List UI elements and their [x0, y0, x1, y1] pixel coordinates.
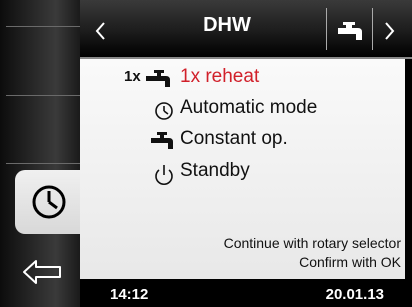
status-bar: 14:12 20.01.13	[80, 281, 412, 307]
status-date: 20.01.13	[325, 286, 384, 303]
chevron-left-icon	[95, 22, 105, 40]
header-divider	[326, 8, 327, 50]
clock-icon	[154, 101, 174, 127]
option-1x-reheat[interactable]: 1x 1x reheat	[80, 66, 400, 92]
options-panel: 1x 1x reheat Automatic mode Constant op.…	[80, 59, 405, 279]
rail-divider	[6, 95, 80, 96]
page-title: DHW	[203, 14, 251, 36]
option-standby[interactable]: Standby	[80, 160, 400, 186]
option-label: Standby	[180, 160, 250, 181]
prev-button[interactable]	[88, 10, 114, 52]
status-time: 14:12	[110, 286, 149, 303]
back-arrow-icon	[23, 260, 61, 284]
rail-divider	[6, 26, 80, 27]
option-label: Automatic mode	[180, 97, 318, 118]
header-divider	[372, 8, 373, 50]
option-label: Constant op.	[180, 128, 288, 149]
hint-confirm: Confirm with OK	[299, 254, 401, 270]
option-label: 1x reheat	[180, 66, 260, 87]
clock-icon	[32, 185, 66, 219]
rail-divider	[6, 163, 80, 164]
option-prefix: 1x	[124, 68, 141, 85]
hint-rotary: Continue with rotary selector	[223, 235, 401, 251]
tap-icon	[151, 131, 179, 157]
left-rail	[0, 0, 80, 307]
mode-button[interactable]	[332, 10, 368, 52]
chevron-right-icon	[385, 22, 395, 40]
tap-icon	[338, 22, 362, 40]
back-button[interactable]	[18, 255, 68, 289]
rail-clock-button[interactable]	[15, 170, 80, 234]
option-automatic-mode[interactable]: Automatic mode	[80, 97, 400, 123]
dhw-screen: DHW 1x 1x reheat Automatic mode Constant…	[0, 0, 412, 307]
option-constant-op[interactable]: Constant op.	[80, 128, 400, 154]
tap-icon	[146, 69, 174, 95]
header-bar: DHW	[80, 0, 412, 59]
next-button[interactable]	[376, 10, 402, 52]
standby-icon	[154, 164, 174, 192]
